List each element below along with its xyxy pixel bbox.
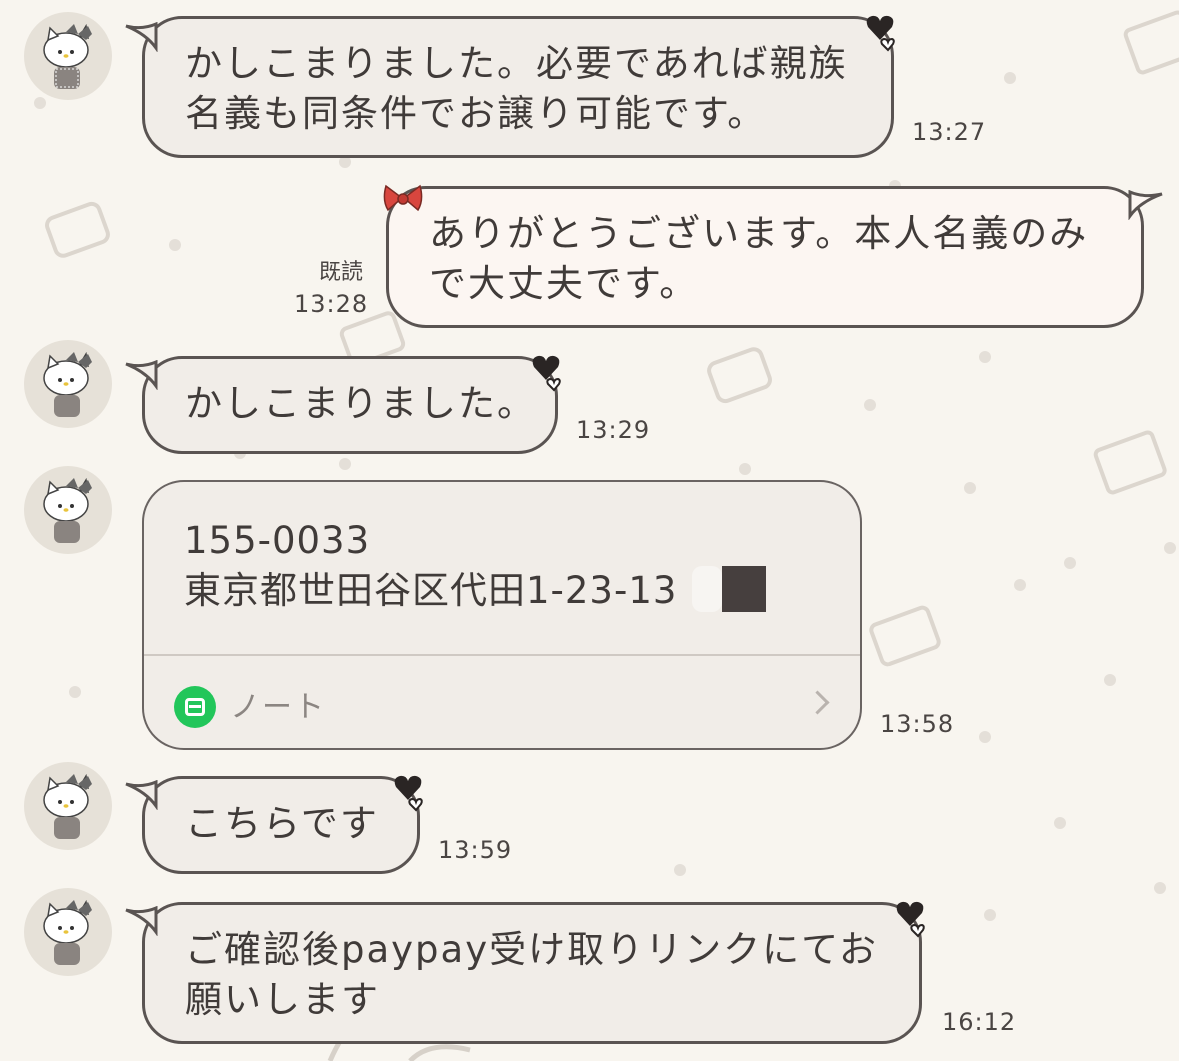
message-time: 13:59 <box>438 836 513 864</box>
redaction-block <box>722 566 766 612</box>
bubble-tail <box>125 22 158 52</box>
message-time: 13:27 <box>912 118 987 146</box>
heart-icon <box>896 901 925 938</box>
note-postal-code: 155-0033 <box>184 519 371 562</box>
note-card[interactable]: 155-0033 東京都世田谷区代田1-23-13 ノート <box>142 480 862 750</box>
heart-icon <box>394 775 423 812</box>
heart-icon <box>866 15 895 52</box>
chevron-right-icon <box>805 690 830 715</box>
red-bow-icon <box>383 184 423 212</box>
hello-kitty-avatar-icon <box>43 23 92 89</box>
note-address: 東京都世田谷区代田1-23-13 <box>184 569 678 612</box>
message-bubble-outgoing[interactable]: ありがとうございます。本人名義のみ で大丈夫です。 <box>386 186 1144 328</box>
message-bubble-incoming[interactable]: ご確認後paypay受け取りリンクにてお 願いします <box>142 902 922 1044</box>
hello-kitty-avatar-icon <box>43 477 92 543</box>
message-bubble-incoming[interactable]: かしこまりました。必要であれば親族 名義も同条件でお譲り可能です。 <box>142 16 894 158</box>
message-text: ご確認後paypay受け取りリンクにてお 願いします <box>185 928 879 1021</box>
message-time: 16:12 <box>942 1008 1017 1036</box>
avatar[interactable] <box>24 762 112 850</box>
bubble-tail <box>1128 190 1163 220</box>
message-text: こちらです <box>185 802 379 845</box>
message-text: かしこまりました。必要であれば親族 名義も同条件でお譲り可能です。 <box>185 42 848 135</box>
avatar[interactable] <box>24 340 112 428</box>
hello-kitty-avatar-icon <box>43 773 92 839</box>
note-icon <box>174 686 216 728</box>
avatar[interactable] <box>24 12 112 100</box>
message-time: 13:29 <box>576 416 651 444</box>
avatar[interactable] <box>24 466 112 554</box>
message-time: 13:28 <box>294 290 369 318</box>
note-label: ノート <box>230 690 326 725</box>
bubble-tail <box>125 906 158 936</box>
message-text: ありがとうございます。本人名義のみ で大丈夫です。 <box>429 212 1089 305</box>
bubble-tail <box>125 780 158 810</box>
bubble-tail <box>125 360 158 390</box>
read-receipt: 既読 <box>319 260 364 285</box>
hello-kitty-avatar-icon <box>43 351 92 417</box>
redaction-blur <box>692 566 722 612</box>
message-text: かしこまりました。 <box>185 382 536 425</box>
avatar[interactable] <box>24 888 112 976</box>
card-divider <box>144 654 860 656</box>
heart-icon <box>532 355 561 392</box>
message-bubble-incoming[interactable]: こちらです <box>142 776 420 874</box>
message-time: 13:58 <box>880 710 955 738</box>
hello-kitty-avatar-icon <box>43 899 92 965</box>
message-bubble-incoming[interactable]: かしこまりました。 <box>142 356 558 454</box>
